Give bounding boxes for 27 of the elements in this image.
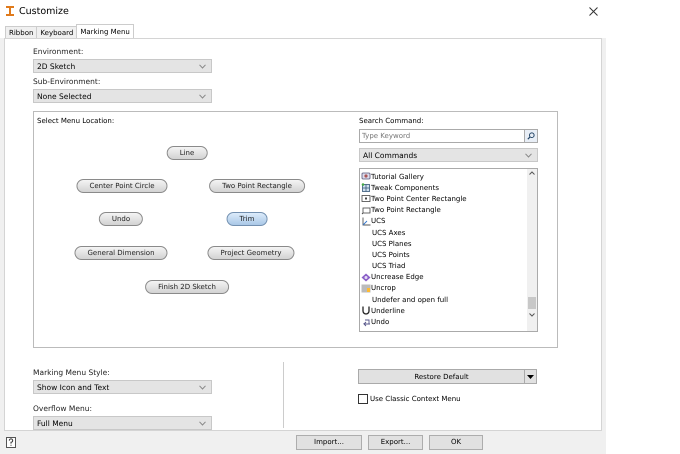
chevron-down-icon[interactable]	[529, 313, 535, 317]
command-icon	[361, 183, 371, 192]
command-icon	[361, 216, 371, 226]
dropdown-arrow-button[interactable]	[525, 369, 537, 384]
chevron-down-icon	[199, 64, 206, 68]
command-icon	[361, 172, 371, 182]
help-icon[interactable]	[6, 436, 16, 448]
command-icon	[361, 272, 371, 282]
scrollbar[interactable]	[527, 169, 537, 331]
command-icon	[361, 206, 371, 215]
command-icon	[361, 318, 371, 327]
chevron-down-icon	[199, 420, 206, 426]
command-icon	[361, 194, 371, 204]
checkbox[interactable]	[358, 394, 368, 404]
chevron-down-icon	[199, 384, 206, 390]
close-icon[interactable]	[589, 6, 598, 16]
search-icon	[527, 132, 535, 140]
search-button[interactable]	[524, 129, 538, 143]
command-icon	[361, 284, 371, 293]
chevron-up-icon[interactable]	[529, 171, 535, 175]
scrollbar-thumb[interactable]	[528, 297, 536, 309]
app-icon	[6, 6, 14, 16]
chevron-down-icon	[525, 152, 532, 158]
caret-icon	[527, 374, 534, 378]
chevron-down-icon	[199, 94, 206, 98]
command-icon	[361, 306, 371, 316]
window-title: Customize	[19, 6, 70, 16]
